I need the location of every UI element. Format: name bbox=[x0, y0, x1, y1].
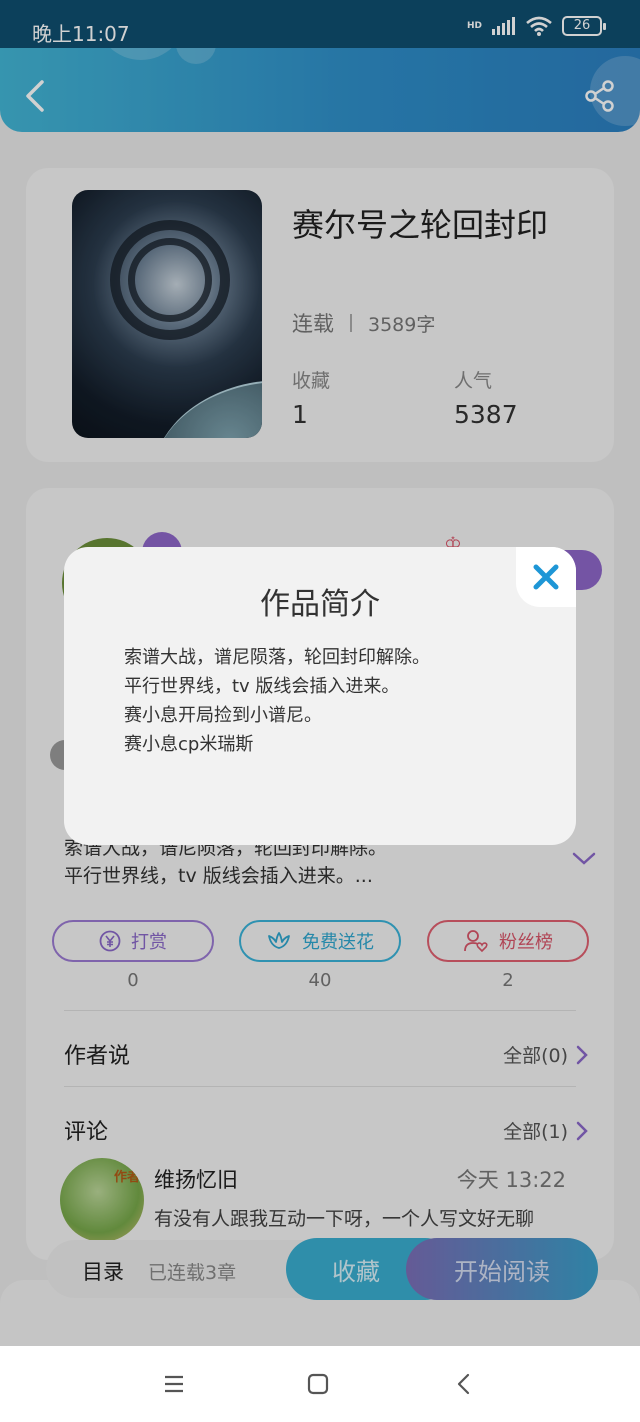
modal-line: 赛小息cp米瑞斯 bbox=[124, 734, 254, 755]
home-icon[interactable] bbox=[306, 1372, 330, 1396]
modal-line: 平行世界线，tv 版线会插入进来。 bbox=[124, 676, 400, 697]
modal-line: 赛小息开局捡到小谱尼。 bbox=[124, 705, 322, 726]
modal-title: 作品简介 bbox=[260, 587, 380, 622]
intro-modal: 作品简介 索谱大战，谱尼陨落，轮回封印解除。 平行世界线，tv 版线会插入进来。… bbox=[64, 547, 576, 845]
system-nav-bar bbox=[0, 1346, 640, 1422]
back-nav-icon[interactable] bbox=[452, 1372, 476, 1396]
menu-icon[interactable] bbox=[162, 1372, 186, 1396]
modal-line: 索谱大战，谱尼陨落，轮回封印解除。 bbox=[124, 647, 430, 668]
modal-body: 索谱大战，谱尼陨落，轮回封印解除。 平行世界线，tv 版线会插入进来。 赛小息开… bbox=[124, 643, 544, 759]
